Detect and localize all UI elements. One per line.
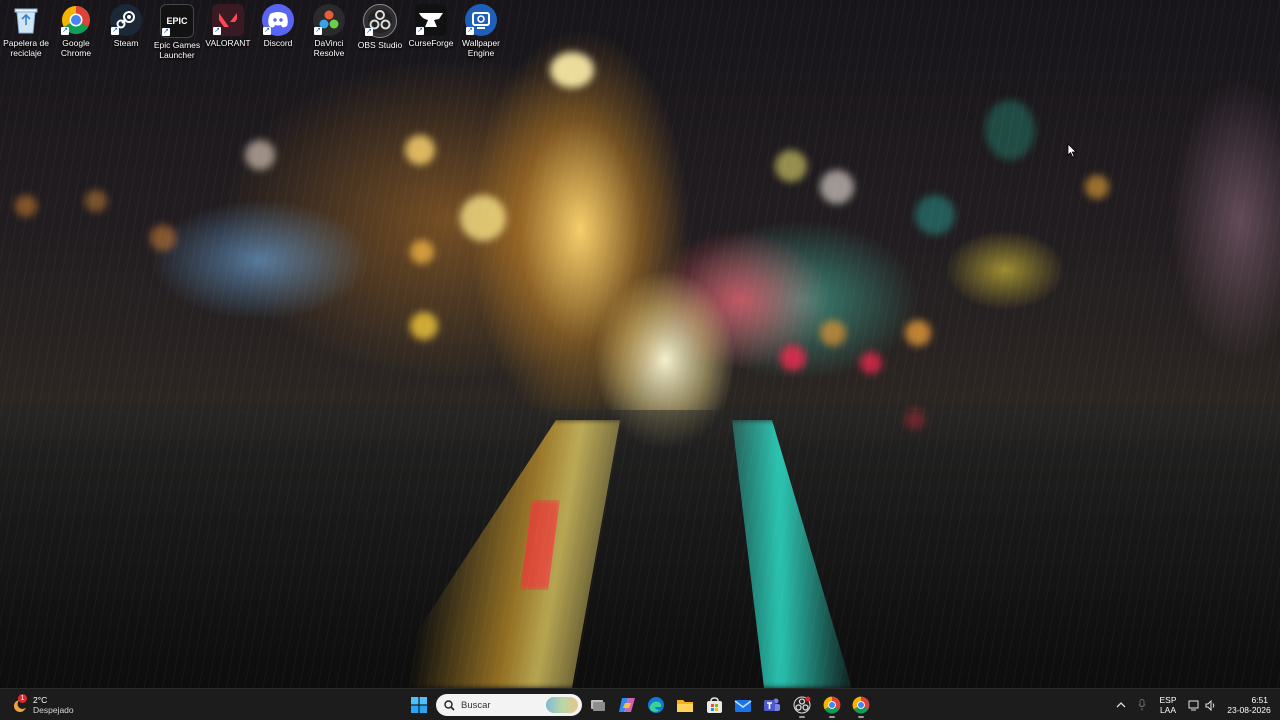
- shortcut-arrow-icon: ↗: [416, 27, 424, 35]
- chrome-icon: [823, 696, 841, 714]
- curseforge-icon: ↗: [415, 4, 447, 36]
- desktop-icon-recycle-bin[interactable]: Papelera de reciclaje: [0, 4, 52, 58]
- weather-temperature: 2°C: [33, 695, 48, 705]
- shortcut-arrow-icon: ↗: [314, 27, 322, 35]
- keyboard-layout: LAA: [1159, 705, 1177, 715]
- desktop-icon-google-chrome[interactable]: ↗ Google Chrome: [50, 4, 102, 58]
- desktop-icon-valorant[interactable]: ↗ VALORANT: [202, 4, 254, 48]
- shortcut-arrow-icon: ↗: [213, 27, 221, 35]
- rain-overlay: [0, 0, 1280, 688]
- mail-button[interactable]: [731, 693, 755, 717]
- desktop-icon-label: CurseForge: [408, 38, 454, 48]
- desktop-icon-label: Discord: [263, 38, 293, 48]
- desktop-icon-label: OBS Studio: [357, 40, 403, 50]
- show-hidden-icons-button[interactable]: [1113, 689, 1129, 721]
- network-icon: [1188, 700, 1198, 710]
- file-explorer-button[interactable]: [673, 693, 697, 717]
- desktop-icon-obs-studio[interactable]: ↗ OBS Studio: [354, 4, 406, 50]
- obs-studio-taskbar-button[interactable]: [790, 693, 814, 718]
- desktop-icon-discord[interactable]: ↗ Discord: [252, 4, 304, 48]
- desktop-icon-steam[interactable]: ↗ Steam: [100, 4, 152, 48]
- obs-studio-icon: [793, 696, 811, 714]
- search-input[interactable]: Buscar: [436, 694, 582, 716]
- microsoft-store-icon: [706, 696, 722, 713]
- desktop-icon-label: Google Chrome: [60, 38, 92, 58]
- shortcut-arrow-icon: ↗: [466, 27, 474, 35]
- search-highlight-image: [546, 697, 578, 713]
- desktop-icon-epic-games[interactable]: EPIC ↗ Epic Games Launcher: [151, 4, 203, 60]
- epic-games-icon: EPIC ↗: [160, 4, 194, 38]
- copilot-icon: [619, 698, 635, 712]
- desktop-icon-curseforge[interactable]: ↗ CurseForge: [405, 4, 457, 48]
- desktop-icon-label: Papelera de reciclaje: [3, 38, 49, 58]
- mail-icon: [734, 700, 752, 712]
- chrome-icon: ↗: [60, 4, 92, 36]
- start-icon: [411, 697, 427, 713]
- clock-button[interactable]: 6:51 23-08-2026: [1222, 689, 1276, 721]
- desktop-icon-label: Epic Games Launcher: [153, 40, 201, 60]
- davinci-resolve-icon: ↗: [313, 4, 345, 36]
- steam-icon: ↗: [110, 4, 142, 36]
- discord-icon: ↗: [262, 4, 294, 36]
- teams-icon: [764, 698, 780, 711]
- chrome-taskbar-button[interactable]: [820, 693, 844, 718]
- running-indicator: [829, 716, 835, 718]
- volume-icon: [1205, 699, 1214, 711]
- weather-widget[interactable]: 1 2°C Despejado: [12, 692, 74, 718]
- desktop-icon-wallpaper-engine[interactable]: ↗ Wallpaper Engine: [455, 4, 507, 58]
- start-button[interactable]: [407, 693, 431, 717]
- weather-condition: Despejado: [33, 705, 74, 715]
- weather-moon-icon: 1: [12, 694, 28, 713]
- teams-button[interactable]: [760, 693, 784, 717]
- shortcut-arrow-icon: ↗: [61, 27, 69, 35]
- quick-settings-button[interactable]: [1185, 689, 1219, 721]
- desktop-wallpaper: [0, 0, 1280, 688]
- desktop-icon-label: VALORANT: [205, 38, 251, 48]
- search-placeholder: Buscar: [461, 699, 491, 711]
- shortcut-arrow-icon: ↗: [162, 28, 170, 36]
- obs-studio-icon: ↗: [363, 4, 397, 38]
- clock-date: 23-08-2026: [1227, 705, 1271, 715]
- microsoft-store-button[interactable]: [702, 693, 726, 717]
- microphone-button[interactable]: [1135, 689, 1149, 721]
- recycle-bin-icon: [10, 4, 42, 36]
- file-explorer-icon: [677, 699, 693, 712]
- mouse-cursor-icon: [1067, 143, 1077, 163]
- running-indicator: [858, 716, 864, 718]
- task-view-icon: [591, 700, 605, 711]
- clock-time: 6:51: [1251, 695, 1268, 705]
- chrome-icon: [852, 696, 870, 714]
- search-icon: [444, 699, 455, 711]
- language-code: ESP: [1159, 695, 1177, 705]
- shortcut-arrow-icon: ↗: [263, 27, 271, 35]
- taskbar: 1 2°C Despejado Buscar ESP LAA 6:51 23-0…: [0, 688, 1280, 720]
- wallpaper-engine-icon: ↗: [465, 4, 497, 36]
- shortcut-arrow-icon: ↗: [365, 28, 373, 36]
- desktop-icon-label: Steam: [113, 38, 139, 48]
- copilot-button[interactable]: [615, 693, 639, 717]
- chevron-up-icon: [1116, 702, 1126, 708]
- valorant-icon: ↗: [212, 4, 244, 36]
- edge-button[interactable]: [644, 693, 668, 717]
- epic-games-glyph: EPIC: [166, 16, 188, 26]
- chrome-taskbar-button-2[interactable]: [849, 693, 873, 718]
- running-indicator: [799, 716, 805, 718]
- edge-icon: [648, 697, 664, 713]
- desktop-icon-label: Wallpaper Engine: [462, 38, 500, 58]
- weather-alert-badge: 1: [18, 694, 27, 703]
- desktop-icon-label: DaVinci Resolve: [313, 38, 345, 58]
- desktop-icon-davinci-resolve[interactable]: ↗ DaVinci Resolve: [303, 4, 355, 58]
- task-view-button[interactable]: [586, 693, 610, 717]
- input-language-button[interactable]: ESP LAA: [1155, 689, 1181, 721]
- microphone-icon: [1138, 699, 1146, 711]
- shortcut-arrow-icon: ↗: [111, 27, 119, 35]
